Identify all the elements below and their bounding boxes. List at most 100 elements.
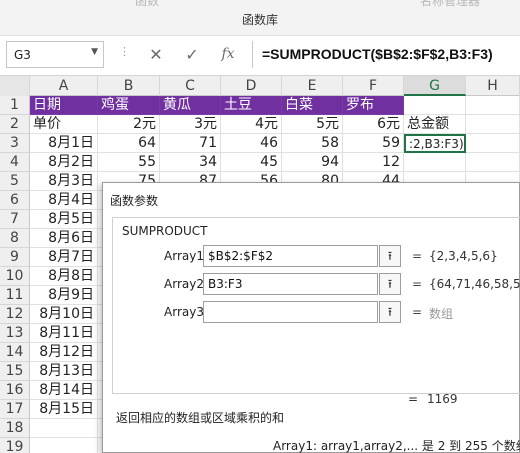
cell[interactable]: 12 <box>343 153 404 172</box>
equals-sign: = <box>412 277 423 291</box>
cell[interactable]: 6元 <box>343 115 404 134</box>
cell[interactable]: 34 <box>160 153 221 172</box>
cell[interactable] <box>404 153 466 172</box>
cell[interactable]: 总金额 <box>404 115 466 134</box>
row-header[interactable]: 8 <box>0 229 30 248</box>
cell[interactable]: 45 <box>221 153 282 172</box>
function-name: SUMPRODUCT <box>122 224 208 238</box>
column-header-a[interactable]: A <box>30 76 98 96</box>
cell[interactable] <box>30 419 98 438</box>
header-cell[interactable]: 日期 <box>30 96 98 115</box>
column-header-d[interactable]: D <box>221 76 282 96</box>
cell[interactable]: 8月14日 <box>30 381 98 400</box>
cell[interactable]: 46 <box>221 134 282 153</box>
check-icon[interactable]: ✓ <box>177 41 207 68</box>
cell[interactable]: 8月11日 <box>30 324 98 343</box>
row-header[interactable]: 1 <box>0 96 30 115</box>
cell[interactable]: 8月8日 <box>30 267 98 286</box>
row-header[interactable]: 15 <box>0 362 30 381</box>
row-header[interactable]: 11 <box>0 286 30 305</box>
cell[interactable]: 71 <box>160 134 221 153</box>
formula-bar: G3 ▼ ⋮ ✕ ✓ fx =SUMPRODUCT($B$2:$F$2,B3:F… <box>0 36 520 76</box>
cell[interactable] <box>466 153 520 172</box>
header-cell[interactable]: 罗布 <box>343 96 404 115</box>
array1-result: {2,3,4,5,6} <box>429 249 498 263</box>
cell[interactable]: 8月9日 <box>30 286 98 305</box>
column-header-c[interactable]: C <box>160 76 221 96</box>
cell[interactable]: 8月12日 <box>30 343 98 362</box>
cell[interactable]: 单价 <box>30 115 98 134</box>
cell[interactable] <box>466 96 520 115</box>
row-header[interactable]: 13 <box>0 324 30 343</box>
cell[interactable]: 58 <box>282 134 343 153</box>
header-cell[interactable]: 土豆 <box>221 96 282 115</box>
array2-input[interactable]: B3:F3 <box>203 273 378 295</box>
collapse-dialog-icon[interactable]: ⭱ <box>379 273 401 295</box>
array3-result: 数组 <box>429 307 454 321</box>
cell[interactable]: 8月4日 <box>30 191 98 210</box>
row-header[interactable]: 2 <box>0 115 30 134</box>
cell[interactable] <box>404 96 466 115</box>
select-all-corner[interactable] <box>0 76 30 96</box>
cell[interactable]: 64 <box>98 134 160 153</box>
header-cell[interactable]: 白菜 <box>282 96 343 115</box>
row-header[interactable]: 4 <box>0 153 30 172</box>
row-header[interactable]: 14 <box>0 343 30 362</box>
cell[interactable]: 94 <box>282 153 343 172</box>
active-cell[interactable]: :2,B3:F3) <box>404 134 466 153</box>
row-header[interactable]: 17 <box>0 400 30 419</box>
cell[interactable]: 8月2日 <box>30 153 98 172</box>
cell[interactable]: 8月3日 <box>30 172 98 191</box>
equals-sign: = <box>412 249 423 263</box>
row-header[interactable]: 19 <box>0 438 30 453</box>
cell[interactable]: 59 <box>343 134 404 153</box>
cell[interactable] <box>30 438 98 453</box>
table-row: 4 8月2日 55 34 45 94 12 <box>0 153 520 172</box>
collapse-dialog-icon[interactable]: ⭱ <box>379 301 401 323</box>
cell[interactable]: 8月1日 <box>30 134 98 153</box>
column-header-h[interactable]: H <box>466 76 520 96</box>
cell[interactable] <box>466 115 520 134</box>
cell[interactable]: 8月15日 <box>30 400 98 419</box>
name-box-value: G3 <box>14 48 31 62</box>
row-header[interactable]: 9 <box>0 248 30 267</box>
array3-input[interactable] <box>203 301 378 323</box>
row-header[interactable]: 7 <box>0 210 30 229</box>
cell[interactable]: 2元 <box>98 115 160 134</box>
header-cell[interactable]: 鸡蛋 <box>98 96 160 115</box>
cell[interactable]: 55 <box>98 153 160 172</box>
cell[interactable]: 8月10日 <box>30 305 98 324</box>
column-header-f[interactable]: F <box>343 76 404 96</box>
cell[interactable]: 4元 <box>221 115 282 134</box>
cell[interactable]: 8月13日 <box>30 362 98 381</box>
row-header[interactable]: 6 <box>0 191 30 210</box>
row-header[interactable]: 10 <box>0 267 30 286</box>
row-header[interactable]: 5 <box>0 172 30 191</box>
cancel-icon[interactable]: ✕ <box>141 41 171 68</box>
ribbon-group-label: 函数库 <box>241 13 278 27</box>
column-header-e[interactable]: E <box>282 76 343 96</box>
header-cell[interactable]: 黄瓜 <box>160 96 221 115</box>
row-header[interactable]: 12 <box>0 305 30 324</box>
table-row: 2 单价 2元 3元 4元 5元 6元 总金额 <box>0 115 520 134</box>
formula-input[interactable]: =SUMPRODUCT($B$2:$F$2,B3:F3) <box>252 41 520 68</box>
function-description: 返回相应的数组或区域乘积的和 <box>116 411 285 425</box>
collapse-dialog-icon[interactable]: ⭱ <box>379 245 401 267</box>
cell[interactable]: 8月6日 <box>30 229 98 248</box>
cell[interactable] <box>466 134 520 153</box>
row-header[interactable]: 3 <box>0 134 30 153</box>
ribbon: 函数 名称管理器 函数库 <box>0 0 520 36</box>
row-header[interactable]: 18 <box>0 419 30 438</box>
row-header[interactable]: 16 <box>0 381 30 400</box>
cell[interactable]: 8月5日 <box>30 210 98 229</box>
grip-icon[interactable]: ⋮ <box>119 45 130 58</box>
cell[interactable]: 5元 <box>282 115 343 134</box>
column-header-g[interactable]: G <box>404 76 466 96</box>
chevron-down-icon[interactable]: ▼ <box>91 47 98 57</box>
name-box[interactable]: G3 ▼ <box>6 41 104 68</box>
cell[interactable]: 8月7日 <box>30 248 98 267</box>
insert-function-icon[interactable]: fx <box>213 41 243 68</box>
array1-input[interactable]: $B$2:$F$2 <box>203 245 378 267</box>
cell[interactable]: 3元 <box>160 115 221 134</box>
column-header-b[interactable]: B <box>98 76 160 96</box>
